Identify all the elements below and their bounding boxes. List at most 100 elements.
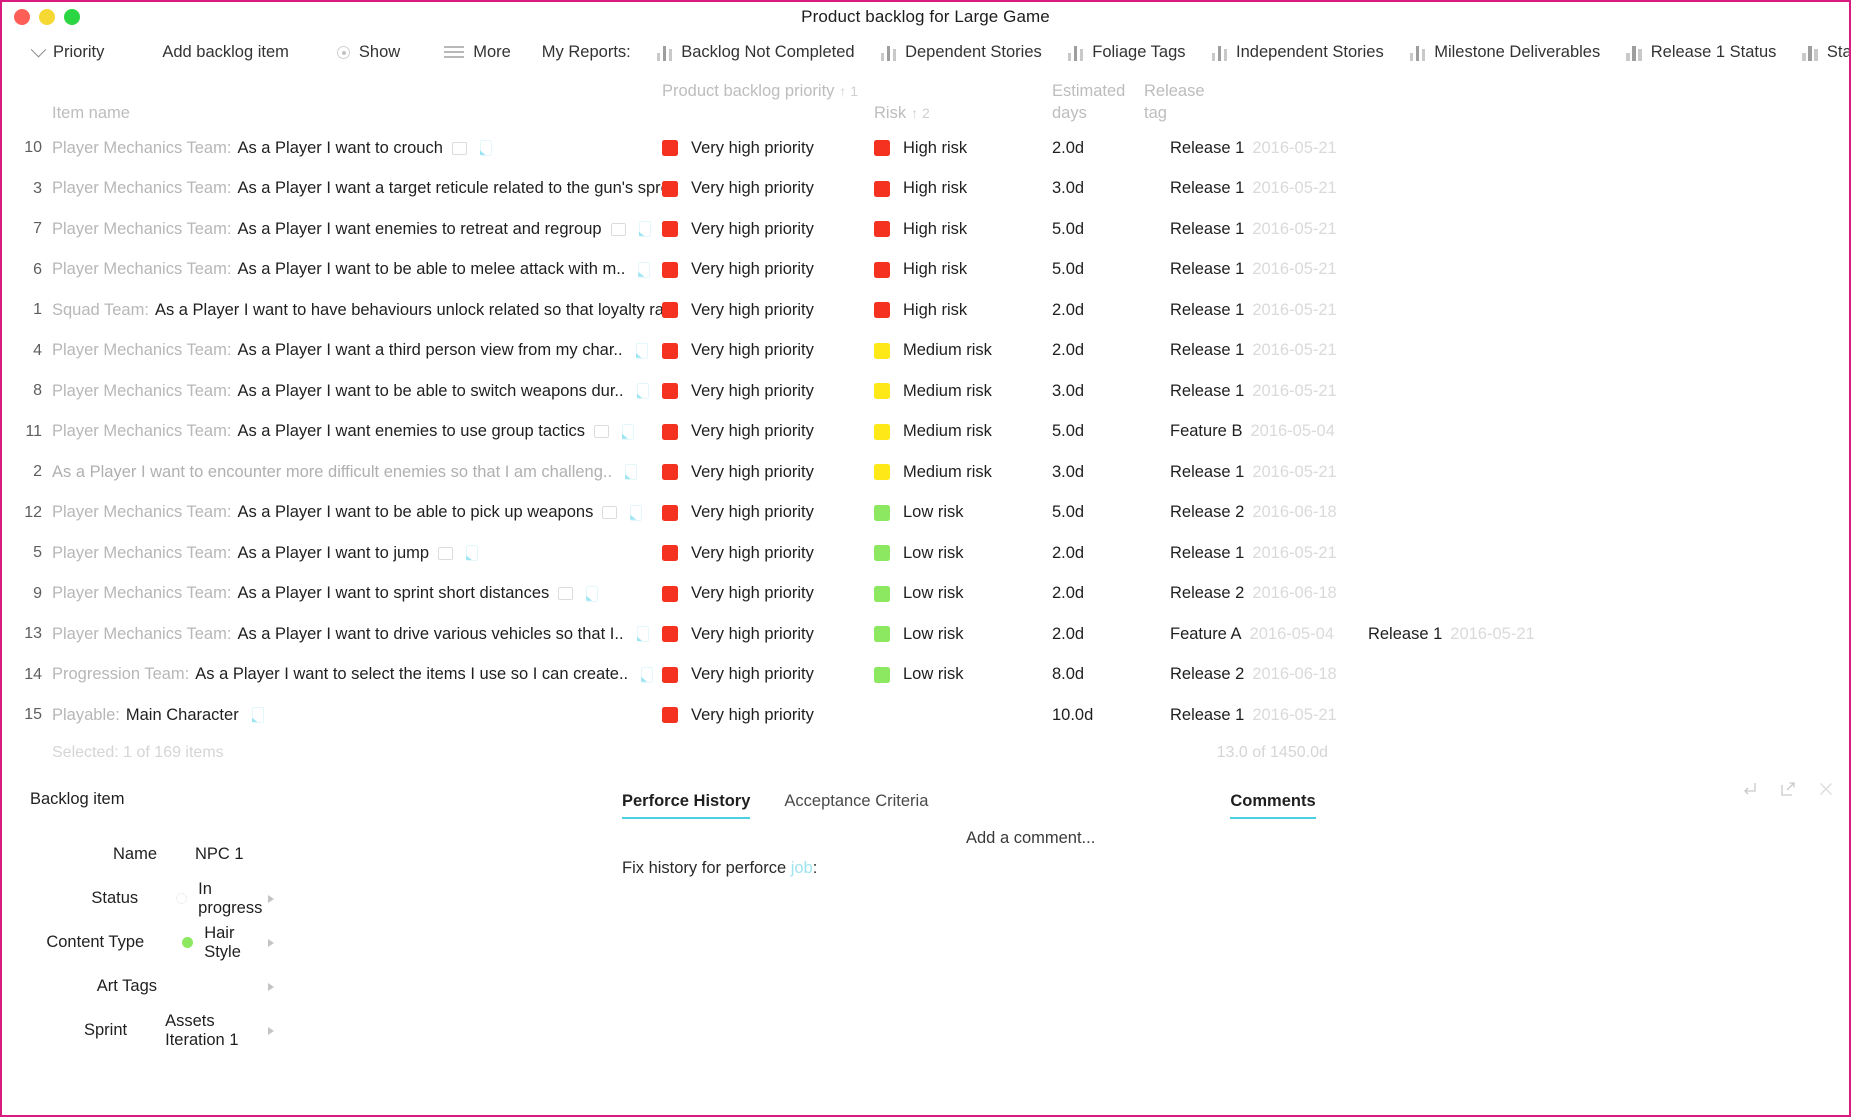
row-release-tags[interactable]: Release 1 2016-05-21 bbox=[1170, 139, 1849, 158]
row-release-tags[interactable]: Release 2 2016-06-18 bbox=[1170, 665, 1849, 684]
note-icon[interactable] bbox=[637, 221, 651, 238]
row-risk[interactable]: High risk bbox=[874, 260, 1052, 279]
row-item-name[interactable]: Squad Team: As a Player I want to have be… bbox=[42, 301, 662, 320]
row-release-tags[interactable]: Release 1 2016-05-21 bbox=[1170, 220, 1849, 239]
checkbox-icon[interactable] bbox=[451, 141, 467, 155]
row-risk[interactable]: Medium risk bbox=[874, 463, 1052, 482]
row-priority[interactable]: Very high priority bbox=[662, 503, 874, 522]
toolbar-show-button[interactable]: Show bbox=[324, 37, 413, 67]
row-release-tags[interactable]: Feature A 2016-05-04 Release 1 2016-05-21 bbox=[1170, 625, 1849, 644]
row-risk[interactable]: High risk bbox=[874, 220, 1052, 239]
note-icon[interactable] bbox=[628, 504, 643, 521]
checkbox-icon[interactable] bbox=[602, 506, 618, 520]
table-row[interactable]: 1 Squad Team: As a Player I want to have b… bbox=[2, 290, 1849, 331]
perforce-job-link[interactable]: job bbox=[791, 859, 813, 877]
detail-field-value[interactable]: Hair Style bbox=[144, 924, 268, 962]
chevron-right-icon[interactable] bbox=[268, 982, 274, 991]
note-icon[interactable] bbox=[250, 707, 264, 724]
row-priority[interactable]: Very high priority bbox=[662, 625, 874, 644]
toolbar-more-button[interactable]: More bbox=[431, 37, 524, 67]
note-icon[interactable] bbox=[636, 261, 651, 278]
note-icon[interactable] bbox=[623, 464, 638, 481]
row-risk[interactable]: Low risk bbox=[874, 625, 1052, 644]
row-release-tags[interactable]: Release 2 2016-06-18 bbox=[1170, 584, 1849, 603]
add-comment-input[interactable]: Add a comment... bbox=[966, 829, 1095, 848]
row-item-name[interactable]: Player Mechanics Team: As a Player I want… bbox=[42, 139, 662, 158]
chevron-right-icon[interactable] bbox=[268, 894, 274, 903]
detail-field[interactable]: Sprint Assets Iteration 1 bbox=[2, 1009, 622, 1053]
row-release-tags[interactable]: Release 1 2016-05-21 bbox=[1170, 179, 1849, 198]
tab-acceptance-criteria[interactable]: Acceptance Criteria bbox=[784, 792, 928, 819]
toolbar-add-backlog-item-button[interactable]: Add backlog item bbox=[149, 37, 302, 67]
row-priority[interactable]: Very high priority bbox=[662, 422, 874, 441]
row-item-name[interactable]: Player Mechanics Team: As a Player I want… bbox=[42, 260, 662, 279]
column-header-priority[interactable]: Product backlog priority ↑ 1 bbox=[662, 80, 874, 102]
column-header-release-tag[interactable]: Release tag bbox=[1144, 80, 1224, 125]
chevron-right-icon[interactable] bbox=[268, 1026, 274, 1035]
row-risk[interactable]: Low risk bbox=[874, 544, 1052, 563]
note-icon[interactable] bbox=[635, 383, 649, 400]
row-item-name[interactable]: Player Mechanics Team: As a Player I want… bbox=[42, 584, 662, 603]
row-release-tags[interactable]: Release 2 2016-06-18 bbox=[1170, 503, 1849, 522]
report-independent-stories[interactable]: Independent Stories bbox=[1199, 37, 1397, 67]
table-row[interactable]: 7 Player Mechanics Team: As a Player I wan… bbox=[2, 209, 1849, 250]
note-icon[interactable] bbox=[634, 342, 648, 359]
row-risk[interactable]: Low risk bbox=[874, 665, 1052, 684]
return-icon[interactable] bbox=[1741, 780, 1759, 798]
table-row[interactable]: 11 Player Mechanics Team: As a Player I wa… bbox=[2, 412, 1849, 453]
row-risk[interactable]: Low risk bbox=[874, 503, 1052, 522]
table-row[interactable]: 8 Player Mechanics Team: As a Player I wan… bbox=[2, 371, 1849, 412]
close-icon[interactable] bbox=[1817, 780, 1835, 798]
column-header-item-name[interactable]: Item name bbox=[42, 80, 662, 124]
row-priority[interactable]: Very high priority bbox=[662, 544, 874, 563]
row-priority[interactable]: Very high priority bbox=[662, 665, 874, 684]
table-row[interactable]: 4 Player Mechanics Team: As a Player I wan… bbox=[2, 331, 1849, 372]
detail-field-value[interactable]: NPC 1 bbox=[157, 845, 244, 864]
checkbox-icon[interactable] bbox=[438, 546, 454, 560]
report-status[interactable]: Status bbox=[1789, 37, 1849, 67]
detail-field[interactable]: Content Type Hair Style bbox=[2, 921, 622, 965]
tab-comments[interactable]: Comments bbox=[1230, 792, 1316, 819]
table-row[interactable]: 12 Player Mechanics Team: As a Player I wa… bbox=[2, 493, 1849, 534]
row-item-name[interactable]: Player Mechanics Team: As a Player I want… bbox=[42, 220, 662, 239]
row-release-tags[interactable]: Release 1 2016-05-21 bbox=[1170, 463, 1849, 482]
report-milestone-deliverables[interactable]: Milestone Deliverables bbox=[1397, 37, 1614, 67]
row-item-name[interactable]: Player Mechanics Team: As a Player I want… bbox=[42, 422, 662, 441]
row-priority[interactable]: Very high priority bbox=[662, 260, 874, 279]
row-priority[interactable]: Very high priority bbox=[662, 301, 874, 320]
table-row[interactable]: 9 Player Mechanics Team: As a Player I wan… bbox=[2, 574, 1849, 615]
row-release-tags[interactable]: Feature B 2016-05-04 bbox=[1170, 422, 1849, 441]
toolbar-priority-button[interactable]: Priority bbox=[20, 37, 117, 67]
detail-field[interactable]: Name NPC 1 bbox=[2, 833, 622, 877]
row-risk[interactable]: Medium risk bbox=[874, 382, 1052, 401]
popout-icon[interactable] bbox=[1779, 780, 1797, 798]
table-row[interactable]: 10 Player Mechanics Team: As a Player I wa… bbox=[2, 128, 1849, 169]
row-release-tags[interactable]: Release 1 2016-05-21 bbox=[1170, 706, 1849, 725]
table-row[interactable]: 13 Player Mechanics Team: As a Player I wa… bbox=[2, 614, 1849, 655]
checkbox-icon[interactable] bbox=[558, 587, 574, 601]
table-row[interactable]: 6 Player Mechanics Team: As a Player I wan… bbox=[2, 250, 1849, 291]
row-priority[interactable]: Very high priority bbox=[662, 179, 874, 198]
note-icon[interactable] bbox=[639, 666, 654, 683]
detail-field[interactable]: Art Tags bbox=[2, 965, 622, 1009]
row-priority[interactable]: Very high priority bbox=[662, 341, 874, 360]
row-release-tags[interactable]: Release 1 2016-05-21 bbox=[1170, 382, 1849, 401]
row-item-name[interactable]: Player Mechanics Team: As a Player I want… bbox=[42, 341, 662, 360]
detail-field-value[interactable]: In progress bbox=[138, 880, 268, 918]
note-icon[interactable] bbox=[478, 140, 492, 157]
table-row[interactable]: 5 Player Mechanics Team: As a Player I wan… bbox=[2, 533, 1849, 574]
checkbox-icon[interactable] bbox=[610, 222, 626, 236]
row-risk[interactable]: Low risk bbox=[874, 584, 1052, 603]
row-priority[interactable]: Very high priority bbox=[662, 706, 874, 725]
tab-perforce-history[interactable]: Perforce History bbox=[622, 792, 751, 819]
table-row[interactable]: 15 Playable: Main Character Very high prior… bbox=[2, 695, 1849, 736]
report-release-1-status[interactable]: Release 1 Status bbox=[1613, 37, 1789, 67]
row-priority[interactable]: Very high priority bbox=[662, 220, 874, 239]
report-backlog-not-completed[interactable]: Backlog Not Completed bbox=[644, 37, 868, 67]
detail-field-value[interactable]: Assets Iteration 1 bbox=[127, 1012, 268, 1050]
row-item-name[interactable]: Playable: Main Character bbox=[42, 706, 662, 725]
row-item-name[interactable]: Player Mechanics Team: As a Player I want… bbox=[42, 179, 662, 198]
row-priority[interactable]: Very high priority bbox=[662, 463, 874, 482]
row-release-tags[interactable]: Release 1 2016-05-21 bbox=[1170, 301, 1849, 320]
row-priority[interactable]: Very high priority bbox=[662, 139, 874, 158]
